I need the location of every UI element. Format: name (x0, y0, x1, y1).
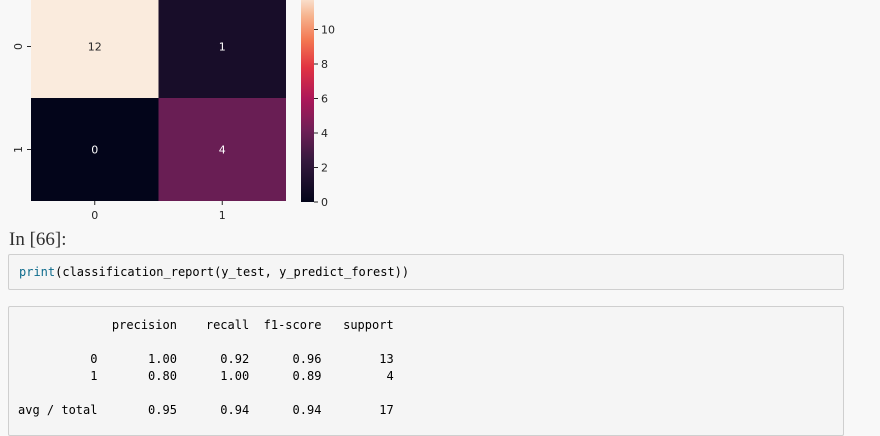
heatmap-svg: 12 10 4 010 1 0246810 (12, 0, 335, 222)
colorbar (301, 0, 314, 202)
heatmap-cell-value: 12 (88, 41, 102, 54)
y-tick-label: 1 (12, 146, 25, 153)
output-cell: precision recall f1-score support 0 1.00… (8, 306, 844, 436)
x-tick-label: 1 (219, 209, 226, 222)
y-tick-label: 0 (12, 43, 25, 50)
code-rest: (classification_report(y_test, y_predict… (55, 265, 410, 279)
code-line[interactable]: print(classification_report(y_test, y_pr… (19, 265, 409, 279)
colorbar-tick-label: 6 (321, 93, 328, 106)
input-prompt: In [66]: (9, 229, 67, 250)
heatmap-cell-value: 1 (219, 41, 226, 54)
colorbar-tick-label: 4 (321, 127, 328, 140)
classification-report-output: precision recall f1-score support 0 1.00… (18, 318, 394, 417)
heatmap-cell-value: 4 (219, 144, 226, 157)
colorbar-tick-label: 0 (321, 196, 328, 209)
code-input-cell[interactable]: print(classification_report(y_test, y_pr… (8, 254, 844, 290)
colorbar-tick-label: 2 (321, 162, 328, 175)
confusion-matrix-heatmap: 12 1 0 4 0101 0 2 4 6 8 10 (0, 0, 360, 228)
code-builtin: print (19, 265, 56, 279)
heatmap-cell-value: 0 (91, 144, 98, 157)
colorbar-tick-label: 10 (321, 24, 335, 37)
x-tick-label: 0 (91, 209, 98, 222)
colorbar-tick-label: 8 (321, 58, 328, 71)
